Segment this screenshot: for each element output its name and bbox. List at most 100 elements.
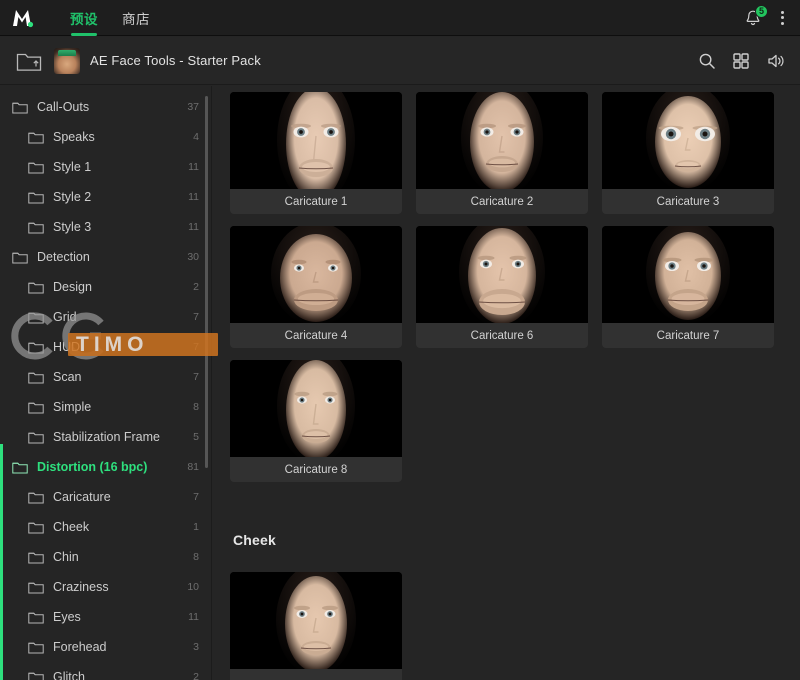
sidebar-item-stabilization-frame[interactable]: Stabilization Frame 5: [0, 422, 211, 452]
sidebar: Call-Outs 37 Speaks 4 Style 1 11 Style 2 11 …: [0, 86, 212, 680]
sidebar-item-label: Eyes: [53, 610, 81, 624]
sidebar-item-hud[interactable]: HUD 7: [0, 332, 211, 362]
preset-browser: Caricature 1 Caricature 2 Caricature 3 C…: [213, 86, 800, 680]
folder-icon: [28, 581, 44, 594]
sidebar-item-grid[interactable]: Grid 7: [0, 302, 211, 332]
sidebar-item-label: Design: [53, 280, 92, 294]
sidebar-item-forehead[interactable]: Forehead 3: [0, 632, 211, 662]
preset-grid: Caricature 1 Caricature 2 Caricature 3 C…: [213, 86, 800, 680]
notifications-button[interactable]: 5: [743, 4, 768, 28]
preset-label: [230, 669, 402, 680]
sidebar-item-speaks[interactable]: Speaks 4: [0, 122, 211, 152]
tab-presets-label: 预设: [70, 11, 98, 27]
grid-view-icon[interactable]: [732, 52, 750, 70]
preset-label: Caricature 2: [470, 195, 534, 208]
folder-up-icon[interactable]: [16, 50, 42, 72]
sidebar-item-count: 7: [193, 371, 199, 383]
sidebar-item-count: 4: [193, 131, 199, 143]
sidebar-item-count: 8: [193, 551, 199, 563]
sidebar-item-count: 30: [187, 251, 199, 263]
tab-presets[interactable]: 预设: [58, 0, 110, 36]
sidebar-item-glitch[interactable]: Glitch 2: [0, 662, 211, 680]
folder-icon: [28, 521, 44, 534]
sidebar-item-label: Style 1: [53, 160, 92, 174]
preset-card[interactable]: Caricature 3: [602, 92, 774, 214]
sidebar-item-label: Stabilization Frame: [53, 430, 160, 444]
preset-thumbnail: [602, 92, 774, 189]
sidebar-item-label: Style 2: [53, 190, 92, 204]
preset-card[interactable]: [230, 572, 402, 680]
preset-card[interactable]: Caricature 1: [230, 92, 402, 214]
folder-icon: [28, 551, 44, 564]
sidebar-item-label: Chin: [53, 550, 79, 564]
preset-card[interactable]: Caricature 6: [416, 226, 588, 348]
folder-icon: [28, 671, 44, 680]
preset-card[interactable]: Caricature 8: [230, 360, 402, 482]
sidebar-item-scan[interactable]: Scan 7: [0, 362, 211, 392]
sidebar-item-style-1[interactable]: Style 1 11: [0, 152, 211, 182]
sidebar-item-eyes[interactable]: Eyes 11: [0, 602, 211, 632]
sidebar-tree: Call-Outs 37 Speaks 4 Style 1 11 Style 2 11 …: [0, 86, 211, 680]
preset-card[interactable]: Caricature 2: [416, 92, 588, 214]
sidebar-item-detection[interactable]: Detection 30: [0, 242, 211, 272]
kebab-menu-icon[interactable]: [777, 8, 788, 28]
sidebar-item-chin[interactable]: Chin 8: [0, 542, 211, 572]
folder-icon: [12, 461, 28, 474]
sidebar-item-count: 81: [187, 461, 199, 473]
preset-label: Caricature 3: [656, 195, 720, 208]
sidebar-item-cheek[interactable]: Cheek 1: [0, 512, 211, 542]
section-heading-cheek: Cheek: [233, 532, 277, 548]
preset-label: Caricature 6: [470, 329, 534, 342]
folder-icon: [28, 161, 44, 174]
sidebar-item-count: 2: [193, 671, 199, 680]
sidebar-item-label: HUD: [53, 340, 81, 354]
sound-icon[interactable]: [766, 52, 786, 70]
folder-icon: [12, 101, 28, 114]
sidebar-item-label: Grid: [53, 310, 77, 324]
sidebar-item-label: Craziness: [53, 580, 109, 594]
preset-label: Caricature 7: [656, 329, 720, 342]
sidebar-scrollbar[interactable]: [205, 96, 208, 468]
preset-thumbnail: [416, 226, 588, 323]
preset-label: Caricature 1: [284, 195, 348, 208]
app-window: 预设 商店 5 AE Face Tools - Starter Pack Cal…: [0, 0, 800, 680]
sidebar-item-count: 7: [193, 491, 199, 503]
folder-icon: [28, 491, 44, 504]
sidebar-item-distortion-16-bpc[interactable]: Distortion (16 bpc) 81: [0, 452, 211, 482]
sidebar-item-label: Glitch: [53, 670, 85, 680]
sidebar-item-count: 11: [188, 161, 199, 173]
preset-thumbnail: [416, 92, 588, 189]
sidebar-item-style-3[interactable]: Style 3 11: [0, 212, 211, 242]
sidebar-item-design[interactable]: Design 2: [0, 272, 211, 302]
pack-thumbnail: [54, 47, 80, 74]
sidebar-item-label: Detection: [37, 250, 90, 264]
sidebar-item-count: 8: [193, 401, 199, 413]
sidebar-item-count: 37: [187, 101, 199, 113]
sidebar-item-label: Scan: [53, 370, 82, 384]
preset-thumbnail: [230, 92, 402, 189]
preset-thumbnail: [230, 360, 402, 457]
sidebar-item-call-outs[interactable]: Call-Outs 37: [0, 92, 211, 122]
sidebar-item-count: 5: [193, 431, 199, 443]
m-logo-icon[interactable]: [0, 0, 44, 36]
preset-card[interactable]: Caricature 4: [230, 226, 402, 348]
folder-icon: [28, 191, 44, 204]
folder-icon: [12, 251, 28, 264]
preset-label: Caricature 8: [284, 463, 348, 476]
sidebar-item-simple[interactable]: Simple 8: [0, 392, 211, 422]
sidebar-item-style-2[interactable]: Style 2 11: [0, 182, 211, 212]
sidebar-item-craziness[interactable]: Craziness 10: [0, 572, 211, 602]
sidebar-item-caricature[interactable]: Caricature 7: [0, 482, 211, 512]
preset-thumbnail: [602, 226, 774, 323]
sidebar-item-count: 2: [193, 281, 199, 293]
search-icon[interactable]: [698, 52, 716, 70]
sidebar-item-count: 1: [193, 521, 199, 533]
tab-store[interactable]: 商店: [110, 0, 162, 36]
preset-card[interactable]: Caricature 7: [602, 226, 774, 348]
sidebar-item-label: Style 3: [53, 220, 92, 234]
notification-badge: 5: [755, 4, 768, 18]
folder-icon: [28, 611, 44, 624]
tab-store-label: 商店: [122, 11, 150, 27]
folder-icon: [28, 341, 44, 354]
folder-icon: [28, 221, 44, 234]
